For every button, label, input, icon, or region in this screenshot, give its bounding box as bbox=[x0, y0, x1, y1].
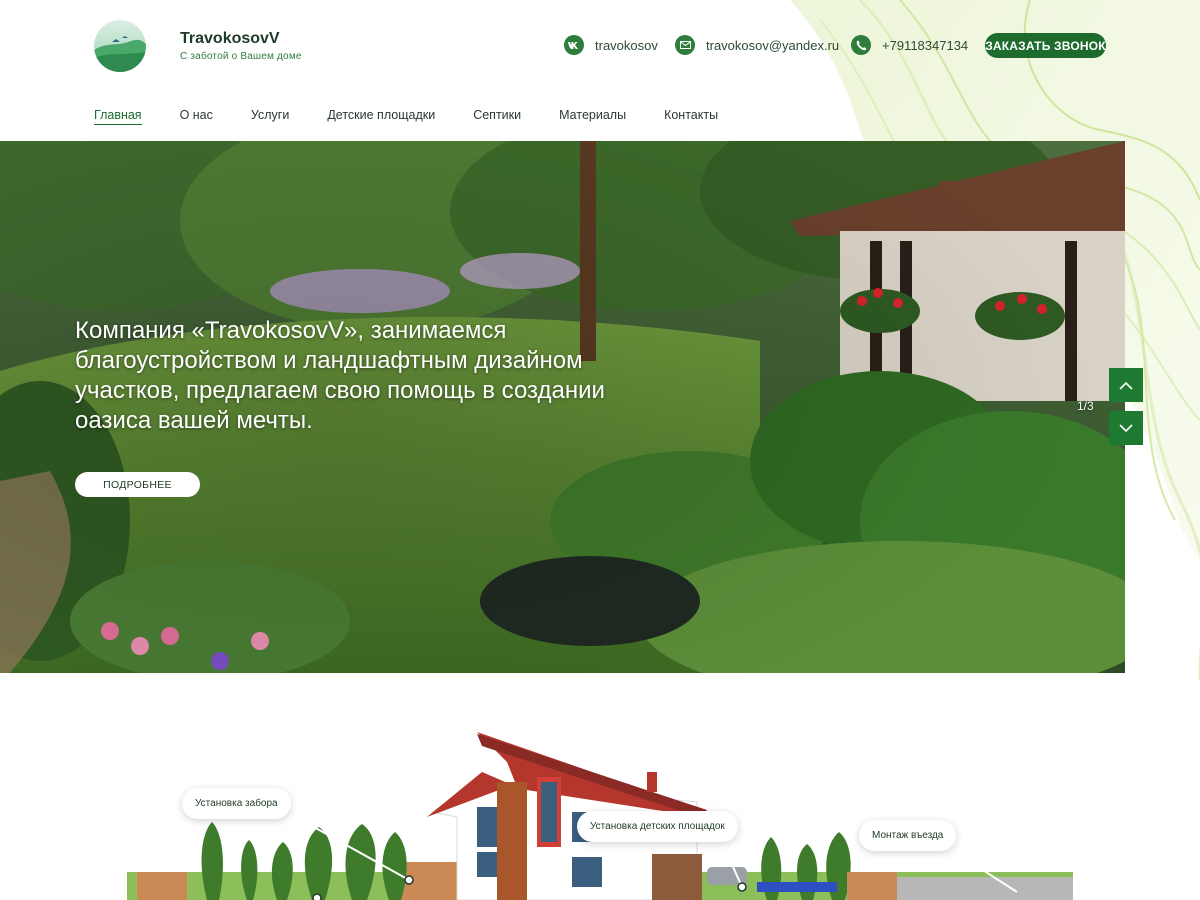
contact-vk[interactable]: travokosov bbox=[564, 35, 658, 55]
nav-item-playgrounds[interactable]: Детские площадки bbox=[327, 108, 435, 125]
brand-name[interactable]: TravokosovV bbox=[180, 30, 302, 48]
slider-counter: 1/3 bbox=[1077, 399, 1094, 413]
brand: TravokosovV С заботой о Вашем доме bbox=[180, 30, 302, 62]
phone-link[interactable]: +79118347134 bbox=[882, 38, 968, 53]
mail-icon bbox=[675, 35, 695, 55]
order-call-button[interactable]: ЗАКАЗАТЬ ЗВОНОК bbox=[985, 33, 1106, 58]
tag-driveway-installation[interactable]: Монтаж въезда bbox=[859, 820, 957, 851]
logo[interactable] bbox=[94, 20, 146, 72]
nav-item-about[interactable]: О нас bbox=[180, 108, 213, 125]
vk-link[interactable]: travokosov bbox=[595, 38, 658, 53]
hero-more-button[interactable]: ПОДРОБНЕЕ bbox=[75, 472, 200, 497]
nav-item-septics[interactable]: Септики bbox=[473, 108, 521, 125]
contact-email[interactable]: travokosov@yandex.ru bbox=[675, 35, 839, 55]
hero-slider: Компания «TravokosovV», занимаемся благо… bbox=[0, 141, 1125, 673]
slider-prev-button[interactable] bbox=[1109, 368, 1143, 402]
tag-playground-installation[interactable]: Установка детских площадок bbox=[577, 811, 738, 842]
slider-next-button[interactable] bbox=[1109, 411, 1143, 445]
nav-item-materials[interactable]: Материалы bbox=[559, 108, 626, 125]
chevron-down-icon bbox=[1119, 423, 1133, 432]
logo-image bbox=[94, 20, 146, 72]
brand-tagline: С заботой о Вашем доме bbox=[180, 51, 302, 62]
main-nav: Главная О нас Услуги Детские площадки Се… bbox=[94, 108, 756, 125]
phone-icon bbox=[851, 35, 871, 55]
nav-item-home[interactable]: Главная bbox=[94, 108, 142, 125]
tag-fence-installation[interactable]: Установка забора bbox=[182, 788, 291, 819]
email-link[interactable]: travokosov@yandex.ru bbox=[706, 38, 839, 53]
contact-phone[interactable]: +79118347134 bbox=[851, 35, 968, 55]
nav-item-services[interactable]: Услуги bbox=[251, 108, 289, 125]
nav-item-contacts[interactable]: Контакты bbox=[664, 108, 718, 125]
hero-headline: Компания «TravokosovV», занимаемся благо… bbox=[75, 317, 605, 434]
chevron-up-icon bbox=[1119, 381, 1133, 390]
vk-icon bbox=[564, 35, 584, 55]
